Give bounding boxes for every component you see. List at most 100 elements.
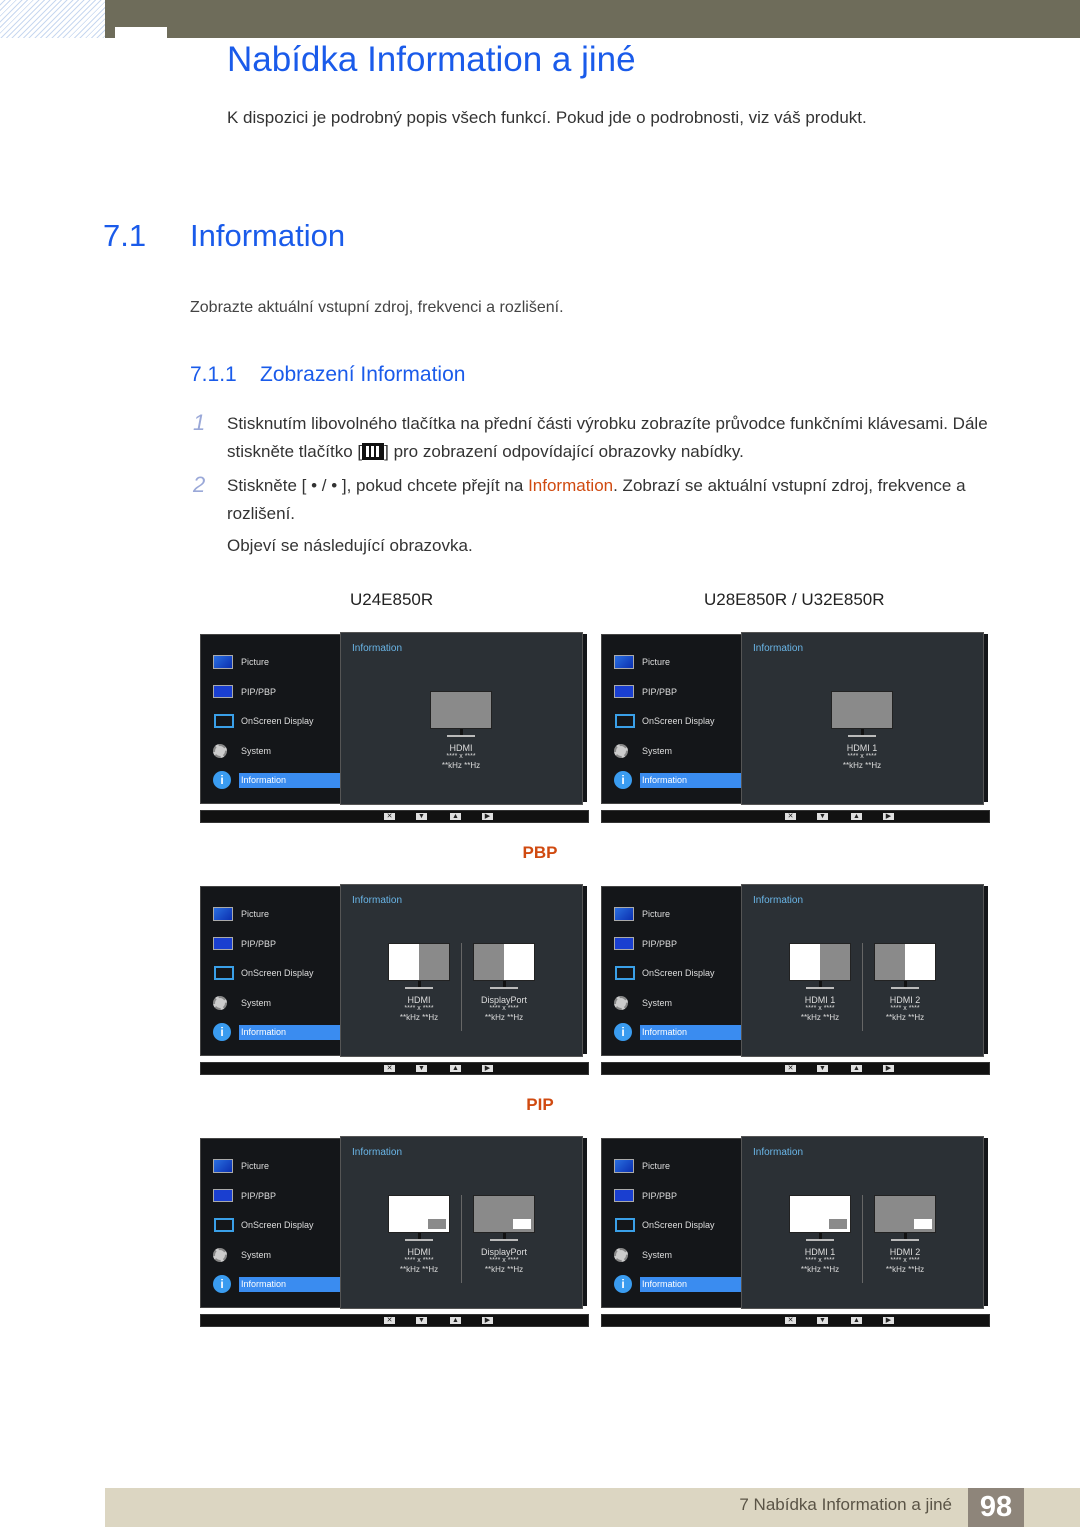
- panel-title: Information: [753, 643, 804, 654]
- osd-key-button[interactable]: ✕: [384, 1317, 395, 1324]
- system-icon: [213, 995, 233, 1010]
- frequency: **kHz **Hz: [800, 1265, 840, 1274]
- osd-key-button[interactable]: ▶: [883, 813, 894, 820]
- monitor-info: HDMI **** x **** **kHz **Hz: [379, 943, 459, 1022]
- divider: [862, 943, 863, 1031]
- header-hatch: [0, 0, 105, 38]
- step-text: Stiskněte [ • / • ], pokud chcete přejít…: [227, 476, 529, 495]
- osd-menu-label: Picture: [642, 1161, 671, 1171]
- osd-menu-label: PIP/PBP: [642, 938, 678, 949]
- osd-menu-label: Picture: [642, 909, 671, 919]
- osd-menu-label: Information: [239, 1277, 343, 1292]
- osd-menu-label: PIP/PBP: [642, 1190, 678, 1201]
- resolution: **** x ****: [890, 1005, 920, 1012]
- source-name: HDMI 2: [889, 995, 921, 1005]
- onscreen-display-icon: [614, 966, 635, 980]
- frequency: **kHz **Hz: [399, 1013, 439, 1022]
- osd-info-panel: Information HDMI **** x **** **kHz **Hz: [340, 632, 583, 805]
- osd-key-button[interactable]: ▲: [450, 1317, 461, 1324]
- onscreen-display-icon: [213, 1218, 234, 1232]
- osd-info-panel: Information HDMI 1 **** x **** **kHz **Hz HD…: [741, 1136, 984, 1309]
- step-2: Stiskněte [ • / • ], pokud chcete přejít…: [227, 472, 1007, 528]
- osd-key-button[interactable]: ▼: [817, 1317, 828, 1324]
- osd-menu-label: OnScreen Display: [241, 716, 314, 726]
- osd-screenshot: Picture PIP/PBP OnScreen Display System i Inf…: [200, 884, 589, 1075]
- monitor-icon: [473, 943, 535, 981]
- osd-key-button[interactable]: ✕: [785, 1317, 796, 1324]
- monitor-icon: [473, 1195, 535, 1233]
- information-icon: i: [213, 1275, 233, 1293]
- panel-title: Information: [352, 1147, 403, 1158]
- osd-key-button[interactable]: ✕: [785, 1065, 796, 1072]
- osd-key-button[interactable]: ▼: [416, 1065, 427, 1072]
- osd-menu-label: System: [642, 997, 673, 1008]
- osd-menu-label: Picture: [241, 657, 270, 667]
- osd-key-button[interactable]: ▶: [482, 1065, 493, 1072]
- osd-key-button[interactable]: ▼: [416, 1317, 427, 1324]
- osd-menu-label: PIP/PBP: [642, 686, 678, 697]
- monitor-icon: [789, 943, 851, 981]
- osd-key-button[interactable]: ▼: [817, 1065, 828, 1072]
- osd-key-button[interactable]: ✕: [384, 1065, 395, 1072]
- information-icon: i: [213, 1023, 233, 1041]
- monitor-icon: [789, 1195, 851, 1233]
- osd-menu-label: Information: [239, 1025, 343, 1040]
- subsection-number: 7.1.1: [190, 363, 237, 386]
- frequency: **kHz **Hz: [399, 1265, 439, 1274]
- osd-key-button[interactable]: ✕: [384, 813, 395, 820]
- osd-info-panel: Information HDMI 1 **** x **** **kHz **Hz HD…: [741, 884, 984, 1057]
- system-icon: [614, 1247, 634, 1262]
- step-1: Stisknutím libovolného tlačítka na předn…: [227, 410, 1007, 466]
- divider: [461, 943, 462, 1031]
- osd-key-button[interactable]: ▼: [416, 813, 427, 820]
- osd-key-button[interactable]: ▲: [450, 813, 461, 820]
- subsection-title: Zobrazení Information: [260, 363, 466, 386]
- monitor-icon: [874, 1195, 936, 1233]
- section-text: Zobrazte aktuální vstupní zdroj, frekven…: [190, 299, 564, 316]
- note: Objeví se následující obrazovka.: [227, 536, 473, 555]
- resolution: **** x ****: [805, 1257, 835, 1264]
- panel-title: Information: [352, 895, 403, 906]
- monitor-icon: [430, 691, 492, 729]
- monitor-info: HDMI **** x **** **kHz **Hz: [421, 691, 501, 770]
- osd-menu-label: OnScreen Display: [642, 716, 715, 726]
- osd-menu-label: OnScreen Display: [642, 968, 715, 978]
- source-name: HDMI: [407, 1247, 431, 1257]
- monitor-info: DisplayPort **** x **** **kHz **Hz: [464, 943, 544, 1022]
- picture-icon: [213, 907, 233, 921]
- divider: [461, 1195, 462, 1283]
- osd-key-button[interactable]: ▲: [851, 1317, 862, 1324]
- osd-key-button[interactable]: ▶: [883, 1065, 894, 1072]
- monitor-info: HDMI 1 **** x **** **kHz **Hz: [822, 691, 902, 770]
- picture-icon: [614, 1159, 634, 1173]
- osd-sidebar: Picture PIP/PBP OnScreen Display System i Inf…: [601, 886, 745, 1056]
- osd-menu-label: Information: [239, 773, 343, 788]
- osd-key-button[interactable]: ▶: [482, 813, 493, 820]
- monitor-info: HDMI 2 **** x **** **kHz **Hz: [865, 943, 945, 1022]
- source-name: HDMI: [407, 995, 431, 1005]
- highlight-information: Information: [528, 476, 614, 495]
- osd-key-button[interactable]: ▲: [851, 813, 862, 820]
- information-icon: i: [614, 771, 634, 789]
- osd-key-button[interactable]: ▲: [450, 1065, 461, 1072]
- system-icon: [213, 743, 233, 758]
- osd-menu-label: OnScreen Display: [241, 968, 314, 978]
- osd-key-button[interactable]: ✕: [785, 813, 796, 820]
- information-icon: i: [213, 771, 233, 789]
- resolution: **** x ****: [805, 1005, 835, 1012]
- osd-screenshot: Picture PIP/PBP OnScreen Display System i Inf…: [601, 884, 990, 1075]
- osd-menu-label: System: [642, 1249, 673, 1260]
- osd-info-panel: Information HDMI **** x **** **kHz **Hz Disp…: [340, 884, 583, 1057]
- system-icon: [614, 995, 634, 1010]
- osd-key-button[interactable]: ▶: [482, 1317, 493, 1324]
- osd-key-button[interactable]: ▶: [883, 1317, 894, 1324]
- monitor-icon: [831, 691, 893, 729]
- osd-key-button[interactable]: ▲: [851, 1065, 862, 1072]
- osd-menu-label: System: [642, 745, 673, 756]
- monitor-info: HDMI **** x **** **kHz **Hz: [379, 1195, 459, 1274]
- osd-key-button[interactable]: ▼: [817, 813, 828, 820]
- page-footer: 7 Nabídka Information a jiné 98: [105, 1488, 1080, 1527]
- osd-screenshot: Picture PIP/PBP OnScreen Display System i Inf…: [601, 632, 990, 823]
- osd-sidebar: Picture PIP/PBP OnScreen Display System i Inf…: [200, 886, 344, 1056]
- onscreen-display-icon: [614, 1218, 635, 1232]
